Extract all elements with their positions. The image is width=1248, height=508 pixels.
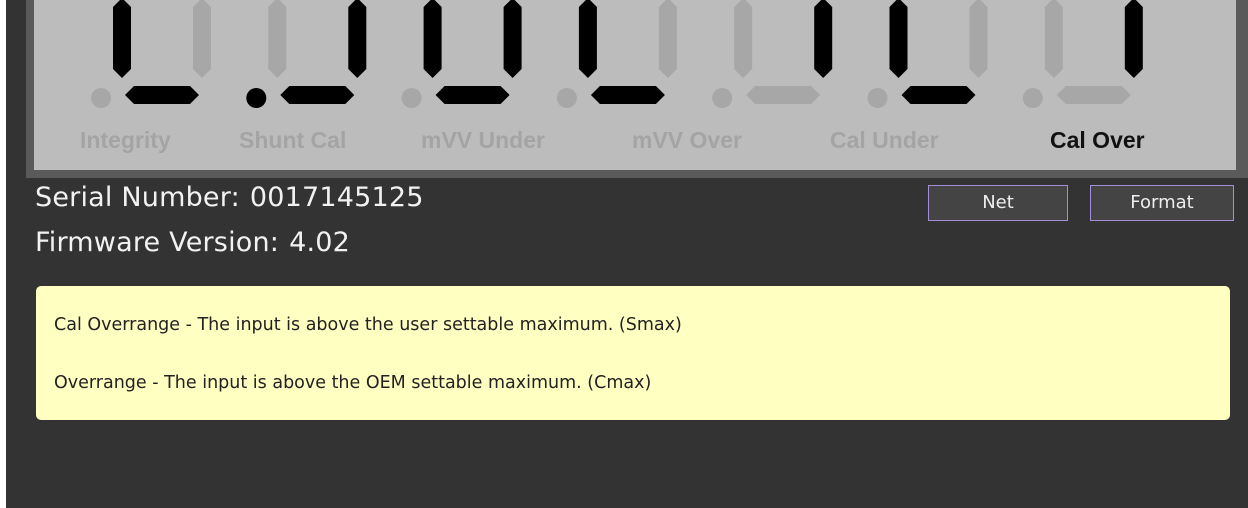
segment-c: [348, 0, 367, 78]
annunciator-mvv-over: mVV Over: [632, 127, 742, 153]
decimal-point: [91, 88, 111, 108]
annunciator-integrity: Integrity: [80, 127, 171, 153]
segment-d: [590, 86, 665, 104]
segment-e: [268, 0, 287, 78]
segment-d: [1056, 86, 1131, 104]
segment-c: [814, 0, 833, 78]
serial-number-label: Serial Number:: [35, 182, 240, 213]
firmware-version-value: 4.02: [289, 227, 351, 258]
segment-c: [1124, 0, 1143, 78]
serial-number-value: 0017145125: [249, 182, 424, 213]
decimal-point: [1022, 88, 1043, 108]
segment-d: [746, 86, 821, 104]
segment-c: [969, 0, 988, 78]
segment-e: [1044, 0, 1063, 78]
decimal-point: [246, 88, 267, 108]
segment-e: [889, 0, 908, 78]
annunciator-cal-under: Cal Under: [830, 127, 939, 153]
lcd-panel: Integrity Shunt Cal mVV Under mVV Over C…: [26, 0, 1248, 178]
format-button[interactable]: Format: [1090, 185, 1234, 221]
segment-e: [423, 0, 442, 78]
segment-c: [503, 0, 522, 78]
decimal-point: [556, 88, 577, 108]
segment-c: [658, 0, 677, 78]
annunciator-mvv-under: mVV Under: [421, 127, 545, 153]
segment-e: [113, 0, 131, 78]
firmware-version-label: Firmware Version:: [35, 227, 280, 258]
annunciator-shunt-cal: Shunt Cal: [239, 127, 347, 153]
segment-e: [734, 0, 753, 78]
segment-d: [125, 86, 199, 104]
app-window: Integrity Shunt Cal mVV Under mVV Over C…: [6, 0, 1248, 508]
serial-number: Serial Number: 0017145125: [35, 182, 424, 213]
net-button[interactable]: Net: [928, 185, 1068, 221]
decimal-point: [712, 88, 733, 108]
segment-d: [435, 86, 510, 104]
segment-d: [901, 86, 976, 104]
annunciator-cal-over: Cal Over: [1050, 127, 1145, 153]
decimal-point: [401, 88, 422, 108]
segment-d: [280, 86, 355, 104]
status-message-box: Cal Overrange - The input is above the u…: [36, 286, 1230, 420]
segment-c: [193, 0, 211, 78]
lcd-screen: Integrity Shunt Cal mVV Under mVV Over C…: [34, 0, 1236, 170]
segment-e: [578, 0, 597, 78]
decimal-point: [867, 88, 888, 108]
firmware-version: Firmware Version: 4.02: [35, 227, 350, 258]
status-message-line: Overrange - The input is above the OEM s…: [54, 373, 652, 393]
status-message-line: Cal Overrange - The input is above the u…: [54, 315, 682, 335]
